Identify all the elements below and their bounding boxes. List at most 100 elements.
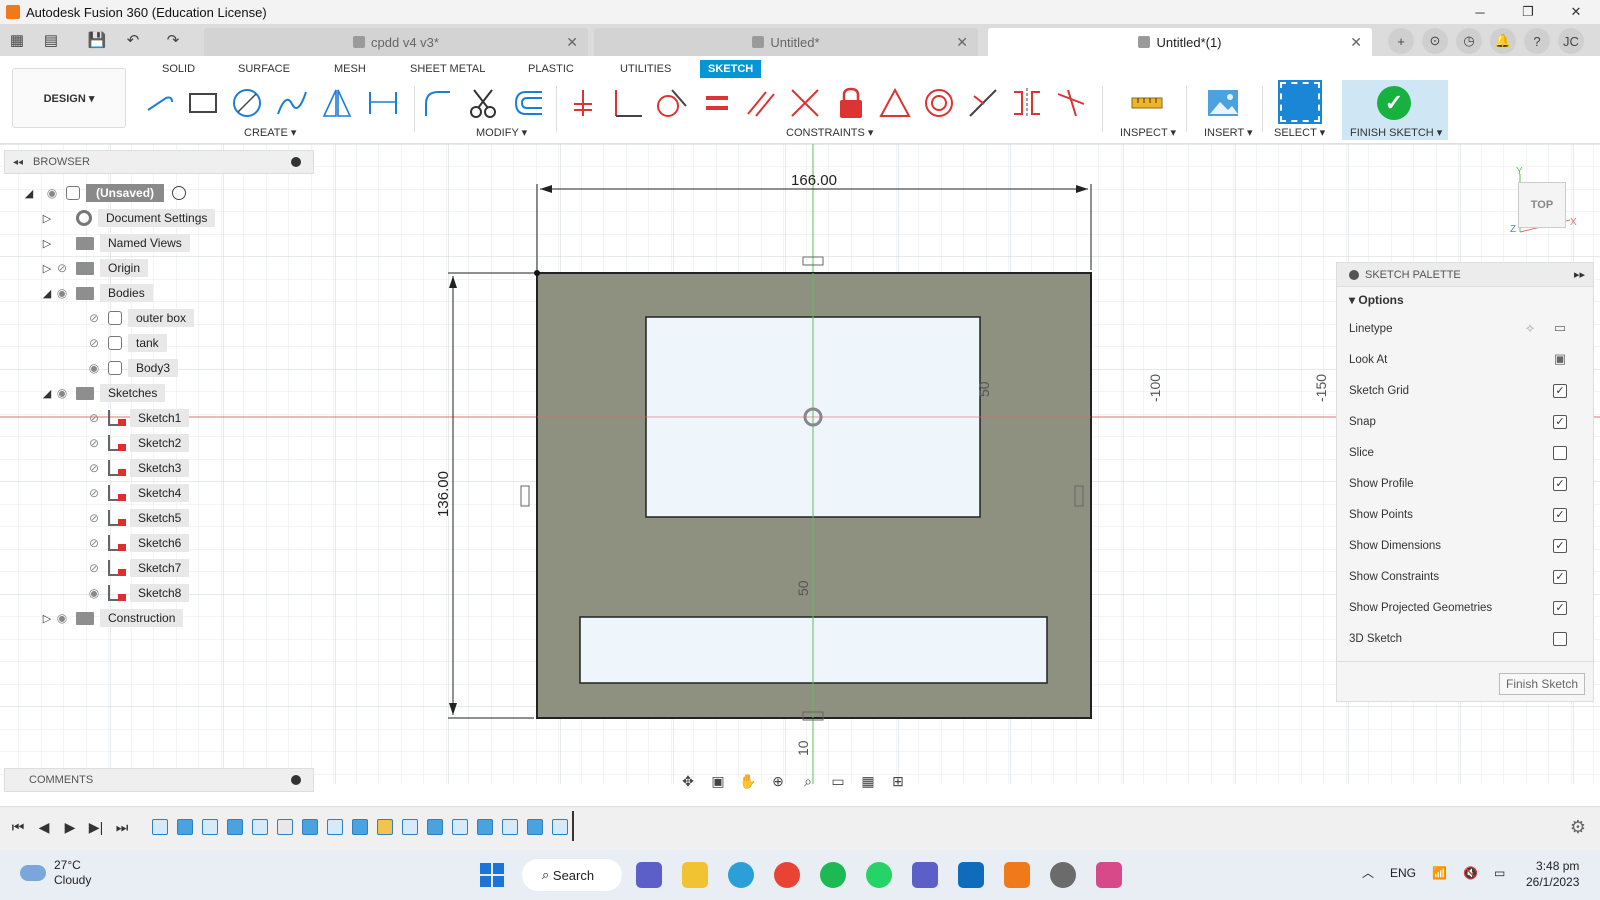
collapsed-triangle-icon[interactable]: ▷ — [40, 236, 54, 250]
expanded-triangle-icon[interactable]: ◢ — [22, 186, 36, 200]
fix-lock-icon[interactable] — [834, 86, 868, 120]
doc-tab-cpdd[interactable]: cpdd v4 v3* ✕ — [204, 28, 588, 56]
hidden-eye-icon[interactable]: ⊘ — [86, 486, 102, 500]
battery-icon[interactable]: ▭ — [1494, 866, 1505, 880]
browser-item-named-views[interactable]: ▷ Named Views — [40, 232, 190, 254]
visibility-eye-icon[interactable]: ◉ — [54, 386, 70, 400]
option-sketch-grid[interactable]: Sketch Grid ✓ — [1349, 381, 1585, 401]
insert-image-icon[interactable] — [1206, 86, 1240, 120]
tangent-constraint-icon[interactable] — [654, 86, 688, 120]
tab-solid[interactable]: SOLID — [154, 60, 203, 78]
browser-item-body3[interactable]: ◉ Body3 — [86, 357, 179, 379]
show-constraints-checkbox[interactable]: ✓ — [1553, 570, 1567, 584]
browser-item-bodies[interactable]: ◢ ◉ Bodies — [40, 282, 153, 304]
equal-constraint-icon[interactable] — [700, 86, 734, 120]
hidden-eye-icon[interactable]: ⊘ — [86, 411, 102, 425]
close-tab-icon[interactable]: ✕ — [566, 34, 578, 51]
new-tab-icon[interactable]: + — [1388, 28, 1414, 54]
timeline-extrude-feature[interactable] — [477, 819, 493, 835]
inspect-menu[interactable]: INSPECT ▾ — [1120, 126, 1176, 139]
palette-header[interactable]: SKETCH PALETTE ▸▸ — [1337, 263, 1593, 287]
offset-tool-icon[interactable] — [512, 86, 546, 120]
file-menu-icon[interactable]: ▤ — [38, 24, 64, 56]
app-grid-icon[interactable]: ▦ — [4, 24, 30, 56]
go-to-end-icon[interactable]: ⏭ — [112, 817, 132, 837]
perpendicular-constraint-icon[interactable] — [610, 86, 644, 120]
timeline-extrude-feature[interactable] — [352, 819, 368, 835]
speaker-icon[interactable]: 🔇 — [1463, 866, 1478, 880]
browser-item-outer-box[interactable]: ⊘ outer box — [86, 307, 195, 329]
outlook-icon[interactable] — [958, 862, 984, 888]
settings-icon[interactable] — [1050, 862, 1076, 888]
show-dimensions-checkbox[interactable]: ✓ — [1553, 539, 1567, 553]
user-avatar[interactable]: JC — [1558, 28, 1584, 54]
fillet-tool-icon[interactable] — [420, 86, 454, 120]
display-settings-icon[interactable]: ▭ — [826, 771, 850, 791]
browser-item-sketch1[interactable]: ⊘ Sketch1 — [86, 407, 190, 429]
select-tool-icon[interactable] — [1278, 80, 1322, 124]
taskbar-search[interactable]: ⌕ Search — [522, 859, 622, 891]
minimize-button[interactable]: ─ — [1456, 0, 1504, 24]
option-show-profile[interactable]: Show Profile ✓ — [1349, 474, 1585, 494]
sketch-grid-checkbox[interactable]: ✓ — [1553, 384, 1567, 398]
tab-sheet-metal[interactable]: SHEET METAL — [402, 60, 493, 78]
browser-item-sketch6[interactable]: ⊘ Sketch6 — [86, 532, 190, 554]
job-status-icon[interactable]: ◷ — [1456, 28, 1482, 54]
timeline-sketch-feature[interactable] — [327, 819, 343, 835]
measure-icon[interactable] — [1130, 86, 1164, 120]
browser-item-sketch8[interactable]: ◉ Sketch8 — [86, 582, 190, 604]
sketch-dimension-icon[interactable] — [366, 86, 400, 120]
timeline-sketch-feature[interactable] — [402, 819, 418, 835]
browser-item-document-settings[interactable]: ▷ Document Settings — [40, 207, 216, 229]
create-menu[interactable]: CREATE ▾ — [244, 126, 296, 139]
step-back-icon[interactable]: ◀ — [34, 817, 54, 837]
timeline-sketch-feature[interactable] — [502, 819, 518, 835]
help-icon[interactable]: ? — [1524, 28, 1550, 54]
browser-item-construction[interactable]: ▷ ◉ Construction — [40, 607, 184, 629]
timeline-extrude-feature[interactable] — [302, 819, 318, 835]
expanded-triangle-icon[interactable]: ◢ — [40, 286, 54, 300]
palette-pin-icon[interactable] — [1349, 269, 1359, 280]
timeline-sketch-feature[interactable] — [202, 819, 218, 835]
browser-item-tank[interactable]: ⊘ tank — [86, 332, 167, 354]
spotify-icon[interactable] — [820, 862, 846, 888]
option-3d-sketch[interactable]: 3D Sketch — [1349, 629, 1585, 649]
option-show-constraints[interactable]: Show Constraints ✓ — [1349, 567, 1585, 587]
constraints-menu[interactable]: CONSTRAINTS ▾ — [786, 126, 873, 139]
line-tool-icon[interactable] — [142, 86, 176, 120]
snipping-tool-icon[interactable] — [1096, 862, 1122, 888]
fusion-360-icon[interactable] — [1004, 862, 1030, 888]
show-profile-checkbox[interactable]: ✓ — [1553, 477, 1567, 491]
hidden-eye-icon[interactable]: ⊘ — [86, 436, 102, 450]
browser-item-sketch4[interactable]: ⊘ Sketch4 — [86, 482, 190, 504]
timeline-combine-feature[interactable] — [377, 819, 393, 835]
midpoint-constraint-icon[interactable] — [878, 86, 912, 120]
file-explorer-icon[interactable] — [682, 862, 708, 888]
weather-widget[interactable]: 27°C Cloudy — [20, 858, 91, 888]
browser-header[interactable]: ◂◂ BROWSER — [4, 150, 314, 174]
centerline-icon[interactable]: ▭ — [1551, 320, 1569, 338]
checkmark-icon[interactable]: ✓ — [1377, 86, 1411, 120]
visibility-eye-icon[interactable]: ◉ — [86, 361, 102, 375]
perpendicular-x-constraint-icon[interactable] — [788, 86, 822, 120]
symmetry-constraint-icon[interactable] — [1010, 86, 1044, 120]
collinear-constraint-icon[interactable] — [966, 86, 1000, 120]
clock[interactable]: 3:48 pm 26/1/2023 — [1526, 858, 1579, 890]
notifications-icon[interactable]: 🔔 — [1490, 28, 1516, 54]
browser-item-origin[interactable]: ▷ ⊘ Origin — [40, 257, 149, 279]
option-slice[interactable]: Slice — [1349, 443, 1585, 463]
tab-plastic[interactable]: PLASTIC — [520, 60, 582, 78]
finish-sketch-button[interactable]: Finish Sketch — [1499, 673, 1585, 695]
timeline-marker[interactable] — [572, 811, 574, 841]
timeline-extrude-feature[interactable] — [177, 819, 193, 835]
close-tab-icon[interactable]: ✕ — [956, 34, 968, 51]
workspace-switcher[interactable]: DESIGN ▾ — [12, 68, 126, 128]
timeline-sketch-feature[interactable] — [552, 819, 568, 835]
spline-tool-icon[interactable] — [274, 86, 308, 120]
show-projected-geometries-checkbox[interactable]: ✓ — [1553, 601, 1567, 615]
expanded-triangle-icon[interactable]: ◢ — [40, 386, 54, 400]
mirror-tool-icon[interactable] — [320, 86, 354, 120]
option-snap[interactable]: Snap ✓ — [1349, 412, 1585, 432]
zoom-icon[interactable]: ⊕ — [766, 771, 790, 791]
tab-surface[interactable]: SURFACE — [230, 60, 298, 78]
